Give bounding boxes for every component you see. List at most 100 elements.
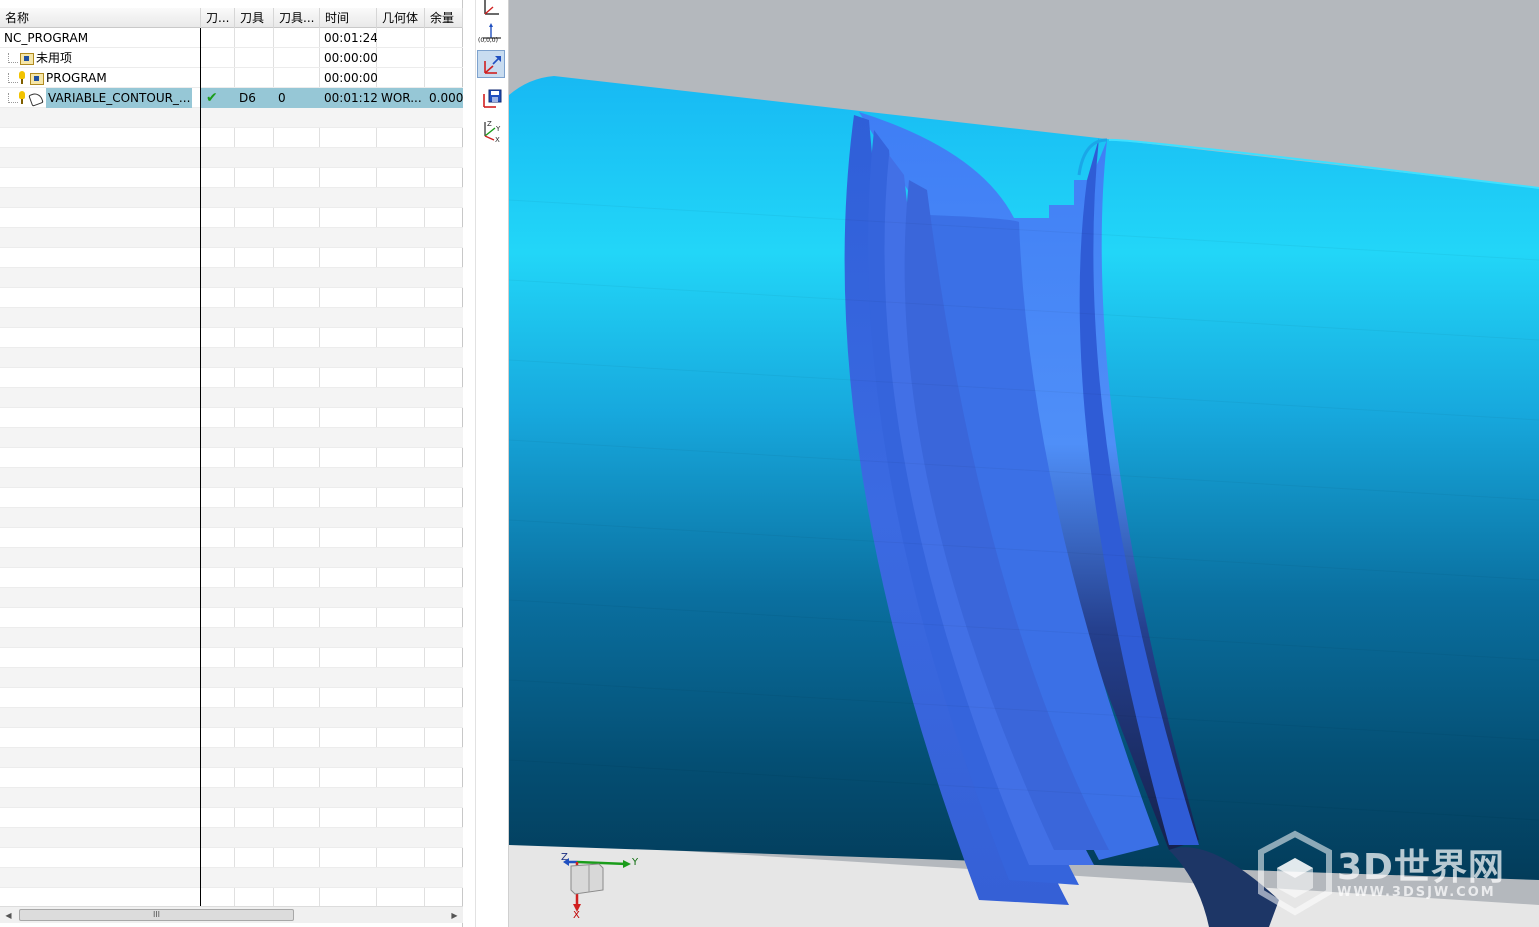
tree-row-program[interactable]: PROGRAM 00:00:00 (0, 68, 463, 88)
empty-row (0, 148, 463, 168)
scroll-left-icon[interactable]: ◀ (0, 907, 17, 924)
navigator-tree: NC_PROGRAM 00:01:24 未用项 00:00:00 PROGRAM… (0, 28, 463, 906)
row-name: VARIABLE_CONTOUR_... (46, 88, 193, 108)
column-divider-active (200, 28, 201, 906)
column-header-tool-number[interactable]: 刀具... (274, 8, 320, 28)
svg-text:X: X (495, 136, 500, 142)
horizontal-scrollbar[interactable]: ◀ III ▶ (0, 906, 463, 923)
column-header-stock[interactable]: 余量 (425, 8, 463, 28)
row-stock: 0.0000 (425, 88, 463, 108)
program-group-icon (29, 71, 44, 85)
row-time: 00:00:00 (324, 51, 377, 65)
wcs-toolbar: (0,0,0) Z Y X (463, 0, 509, 927)
empty-row (0, 648, 463, 668)
empty-row (0, 528, 463, 548)
empty-row (0, 668, 463, 688)
checkmark-icon: ✔ (206, 90, 218, 106)
shaft-model (509, 0, 1539, 927)
row-name: PROGRAM (46, 71, 107, 85)
empty-row (0, 188, 463, 208)
column-header-status[interactable]: 刀... (201, 8, 235, 28)
empty-row (0, 268, 463, 288)
empty-row (0, 808, 463, 828)
tree-row-nc-program[interactable]: NC_PROGRAM 00:01:24 (0, 28, 463, 48)
empty-row (0, 348, 463, 368)
wcs-display-icon: Z Y X (484, 120, 501, 142)
row-geometry: WOR... (377, 88, 425, 108)
empty-row (0, 848, 463, 868)
triad-x-label: X (573, 910, 580, 921)
empty-row (0, 488, 463, 508)
empty-row (0, 888, 463, 906)
empty-row (0, 228, 463, 248)
empty-row (0, 288, 463, 308)
scroll-right-icon[interactable]: ▶ (446, 907, 463, 924)
empty-row (0, 608, 463, 628)
empty-row (0, 828, 463, 848)
empty-row (0, 868, 463, 888)
empty-row (0, 768, 463, 788)
operation-navigator: 名称 刀... 刀具 刀具... 时间 几何体 余量 NC_PROGRAM 00… (0, 0, 463, 927)
triad-y-label: Y (632, 857, 639, 868)
row-name: NC_PROGRAM (4, 31, 89, 45)
lightbulb-icon (19, 91, 25, 105)
empty-row (0, 748, 463, 768)
watermark-title: 3D世界网 (1337, 847, 1505, 888)
empty-row (0, 788, 463, 808)
row-tool: D6 (235, 88, 274, 108)
row-status: ✔ (201, 88, 235, 108)
empty-row (0, 708, 463, 728)
empty-row (0, 128, 463, 148)
row-time: 00:01:12 (320, 88, 377, 108)
wcs-origin-button[interactable] (477, 0, 505, 20)
column-header-geometry[interactable]: 几何体 (377, 8, 425, 28)
empty-row (0, 328, 463, 348)
wcs-display-button[interactable]: Z Y X (477, 116, 505, 144)
tree-row-unused-items[interactable]: 未用项 00:00:00 (0, 48, 463, 68)
svg-text:Z: Z (487, 120, 492, 128)
empty-row (0, 548, 463, 568)
tree-connector (8, 93, 18, 103)
row-name-cell: PROGRAM (0, 68, 200, 88)
program-group-icon (19, 51, 34, 65)
empty-row (0, 568, 463, 588)
wcs-origin-icon (484, 0, 499, 15)
empty-row (0, 208, 463, 228)
empty-row (0, 688, 463, 708)
svg-text:Y: Y (495, 125, 501, 133)
empty-row (0, 588, 463, 608)
column-header-tool[interactable]: 刀具 (235, 8, 274, 28)
row-time: 00:01:24 (324, 31, 377, 45)
tree-connector (8, 53, 18, 63)
wcs-orient-icon (484, 56, 501, 74)
empty-row (0, 168, 463, 188)
wcs-origin-coordinates-button[interactable]: (0,0,0) (477, 20, 505, 48)
empty-row (0, 508, 463, 528)
row-name-cell: VARIABLE_CONTOUR_... (0, 88, 200, 108)
row-name: 未用项 (36, 51, 73, 65)
empty-row (0, 448, 463, 468)
row-tool-number: 0 (274, 88, 320, 108)
lightbulb-icon (19, 71, 25, 85)
wcs-orient-button[interactable] (477, 50, 505, 78)
triad-z-label: Z (561, 852, 568, 863)
graphics-viewport[interactable]: Z Y X 3D世界网 WWW.3DSJW.COM (509, 0, 1539, 927)
toolbar-divider (475, 0, 476, 927)
tree-row-variable-contour[interactable]: VARIABLE_CONTOUR_... ✔ D6 0 00:01:12 WOR… (0, 88, 463, 108)
variable-contour-operation-icon (29, 91, 43, 105)
empty-row (0, 108, 463, 128)
watermark: 3D世界网 WWW.3DSJW.COM (1255, 830, 1525, 920)
view-triad[interactable]: Z Y X (559, 850, 649, 925)
watermark-url: WWW.3DSJW.COM (1337, 885, 1496, 900)
column-header-name[interactable]: 名称 (0, 8, 201, 28)
row-time: 00:00:00 (324, 71, 377, 85)
empty-row (0, 248, 463, 268)
wcs-save-button[interactable] (477, 84, 505, 112)
empty-row (0, 308, 463, 328)
scrollbar-thumb[interactable]: III (19, 909, 294, 921)
empty-row (0, 468, 463, 488)
empty-row (0, 728, 463, 748)
column-header-time[interactable]: 时间 (320, 8, 377, 28)
empty-row (0, 628, 463, 648)
navigator-header: 名称 刀... 刀具 刀具... 时间 几何体 余量 (0, 8, 463, 28)
